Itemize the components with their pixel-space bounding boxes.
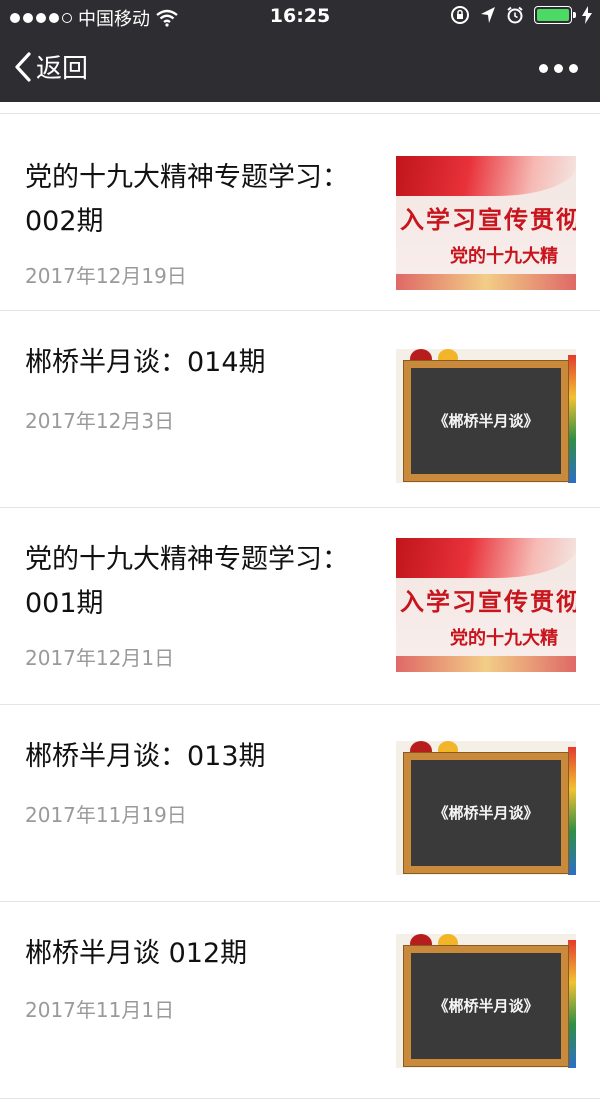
battery-icon (534, 6, 576, 24)
article-thumbnail: 《郴桥半月谈》 (396, 741, 576, 875)
article-date: 2017年12月1日 (25, 646, 175, 670)
article-thumbnail: 入学习宣传贯彻 党的十九大精 (396, 156, 576, 290)
article-item[interactable]: 党的十九大精神专题学习：001期 2017年12月1日 入学习宣传贯彻 党的十九… (0, 508, 600, 705)
article-title: 党的十九大精神专题学习：002期 (25, 162, 349, 237)
charging-icon (582, 6, 592, 24)
article-title: 郴桥半月谈：014期 (25, 347, 266, 378)
article-title: 郴桥半月谈 012期 (25, 938, 248, 969)
more-icon (539, 64, 548, 73)
article-thumbnail: 《郴桥半月谈》 (396, 934, 576, 1068)
article-date: 2017年12月19日 (25, 264, 187, 288)
article-item[interactable]: 郴桥半月谈 012期 2017年11月1日 《郴桥半月谈》 (0, 902, 600, 1099)
article-date: 2017年11月1日 (25, 998, 175, 1022)
article-title: 党的十九大精神专题学习：001期 (25, 544, 349, 619)
article-date: 2017年11月19日 (25, 803, 187, 827)
chevron-left-icon (15, 51, 31, 82)
article-item[interactable]: 郴桥半月谈：014期 2017年12月3日 《郴桥半月谈》 (0, 311, 600, 508)
article-list: 党的十九大精神专题学习：002期 2017年12月19日 入学习宣传贯彻 党的十… (0, 102, 600, 1099)
alarm-icon (507, 6, 523, 24)
more-options-button[interactable] (539, 64, 578, 73)
article-date: 2017年12月3日 (25, 409, 175, 433)
back-button[interactable]: 返回 (14, 48, 88, 85)
top-bar: 中国移动 16:25 返回 (0, 0, 600, 102)
status-bar: 中国移动 16:25 (0, 0, 600, 34)
navigation-bar: 返回 (0, 34, 600, 102)
rotation-lock-icon (451, 6, 469, 24)
article-thumbnail: 《郴桥半月谈》 (396, 349, 576, 483)
article-title: 郴桥半月谈：013期 (25, 741, 266, 772)
article-thumbnail: 入学习宣传贯彻 党的十九大精 (396, 538, 576, 672)
back-label: 返回 (36, 54, 89, 84)
article-item[interactable]: 党的十九大精神专题学习：002期 2017年12月19日 入学习宣传贯彻 党的十… (0, 114, 600, 311)
article-item[interactable]: 郴桥半月谈：013期 2017年11月19日 《郴桥半月谈》 (0, 705, 600, 902)
location-icon (481, 7, 495, 23)
